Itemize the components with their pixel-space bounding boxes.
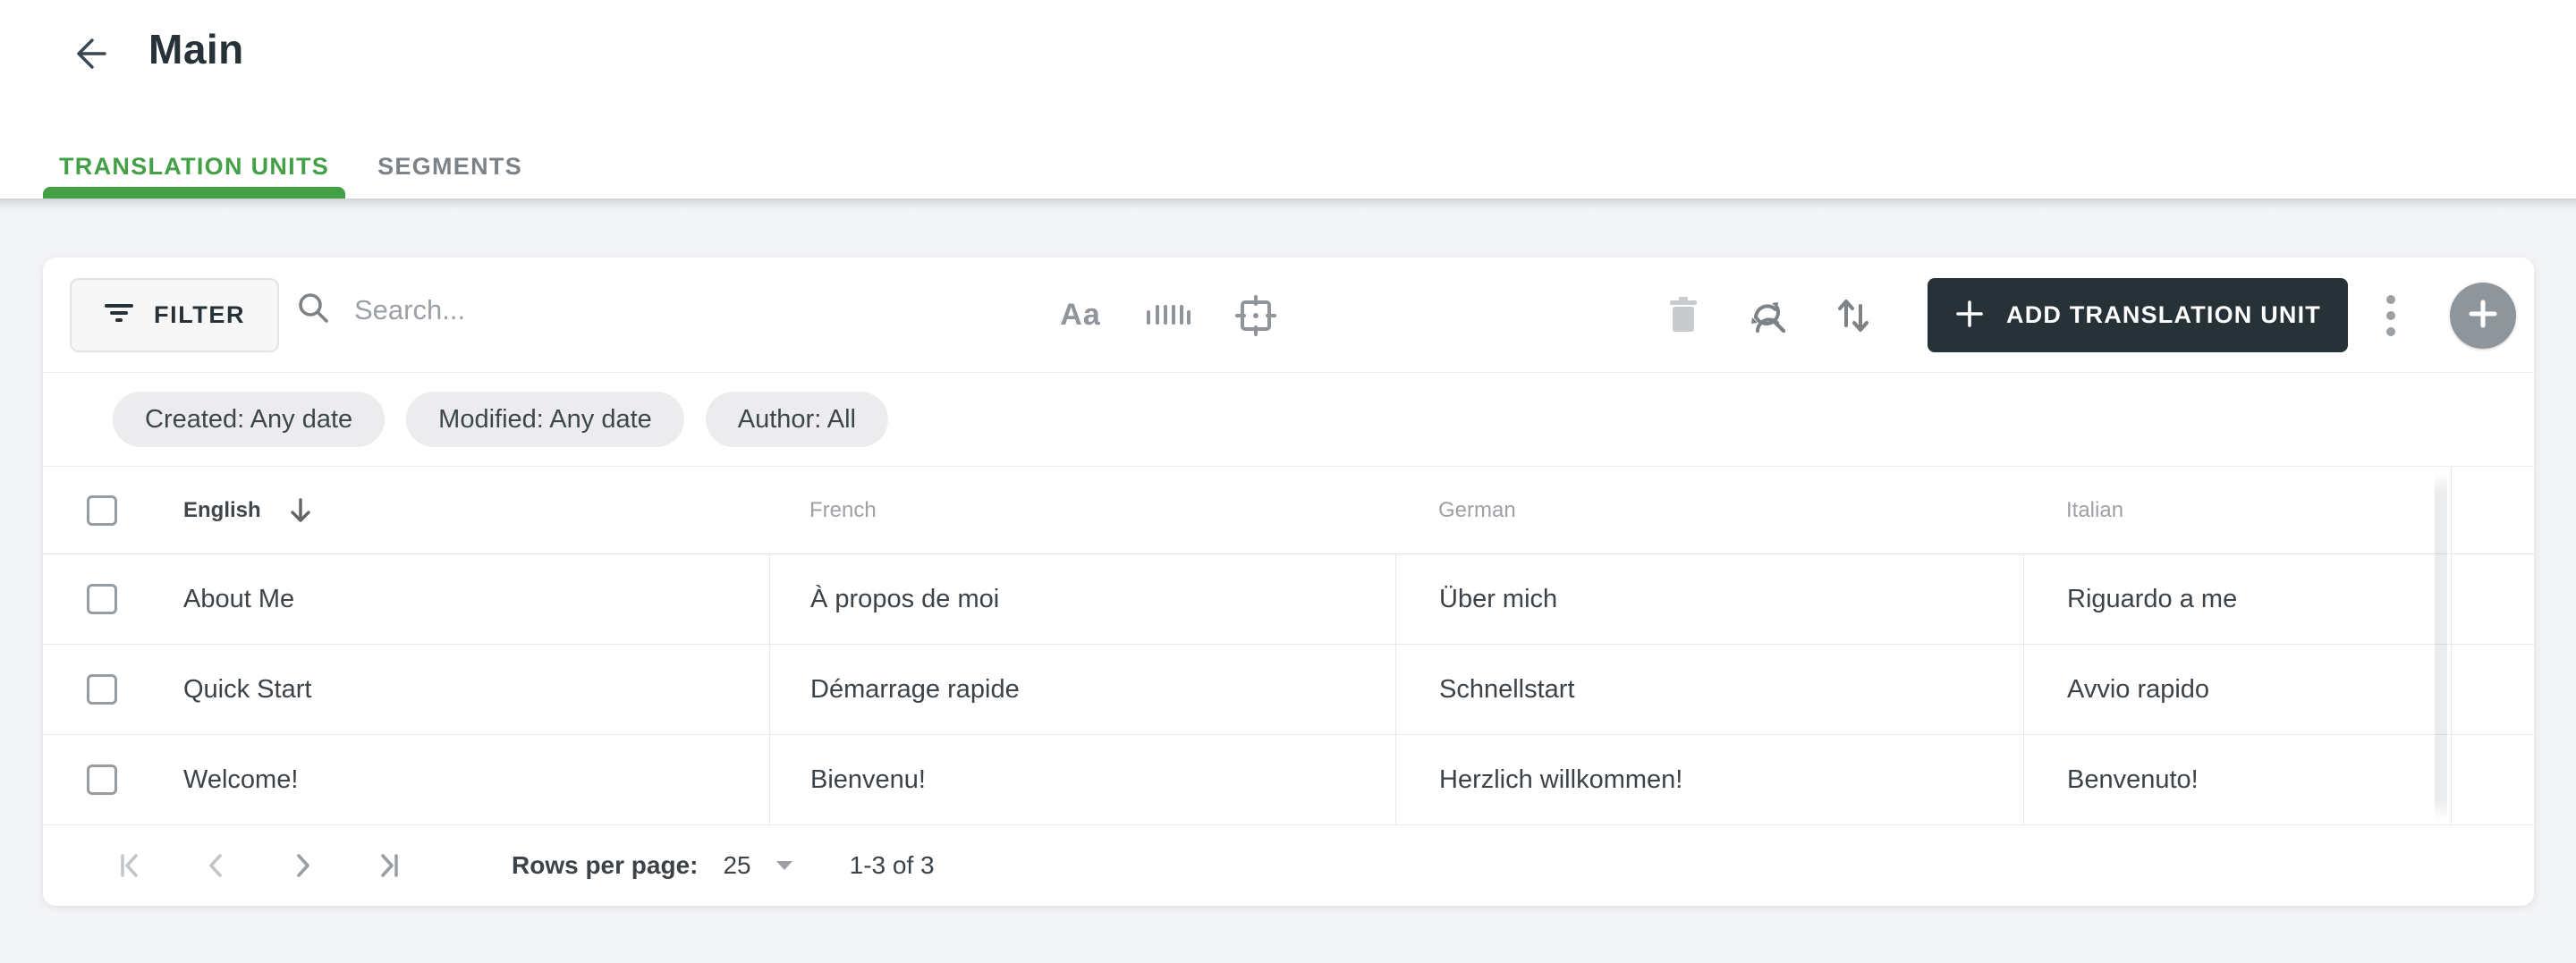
exact-match-icon[interactable] bbox=[1224, 258, 1288, 373]
search-box bbox=[295, 290, 927, 330]
column-header-german[interactable]: German bbox=[1438, 498, 1516, 523]
content-area: FILTER Aa bbox=[0, 199, 2576, 963]
cell-french: Bienvenu! bbox=[810, 764, 926, 794]
row-checkbox[interactable] bbox=[87, 764, 117, 795]
tab-translation-units[interactable]: TRANSLATION UNITS bbox=[43, 134, 346, 199]
search-icon bbox=[295, 290, 331, 330]
find-replace-icon[interactable] bbox=[1736, 258, 1801, 373]
search-input[interactable] bbox=[354, 293, 927, 326]
cell-german: Über mich bbox=[1439, 584, 1558, 613]
cell-english: Welcome! bbox=[183, 764, 299, 794]
cell-italian: Benvenuto! bbox=[2067, 764, 2199, 794]
cell-french: À propos de moi bbox=[810, 584, 1000, 613]
filter-chips-row: Created: Any date Modified: Any date Aut… bbox=[43, 373, 2534, 467]
tab-segments[interactable]: SEGMENTS bbox=[361, 134, 538, 199]
select-all-checkbox[interactable] bbox=[87, 494, 117, 526]
quick-add-button[interactable] bbox=[2450, 283, 2516, 349]
cell-italian: Avvio rapido bbox=[2067, 674, 2210, 704]
cell-french: Démarrage rapide bbox=[810, 674, 1020, 704]
cell-german: Schnellstart bbox=[1439, 674, 1575, 704]
row-checkbox[interactable] bbox=[87, 674, 117, 705]
pagination-range-label: 1-3 of 3 bbox=[849, 850, 935, 879]
filter-button[interactable]: FILTER bbox=[70, 278, 280, 352]
plus-in-circle-icon bbox=[2467, 298, 2499, 334]
plus-icon bbox=[1954, 299, 1985, 332]
tabbar-shadow-divider bbox=[0, 199, 2576, 209]
top-bar: Main TRANSLATION UNITS SEGMENTS bbox=[0, 0, 2576, 199]
column-header-english[interactable]: English bbox=[183, 498, 261, 523]
add-button-label: ADD TRANSLATION UNIT bbox=[2006, 301, 2321, 328]
table-row[interactable]: Welcome! Bienvenu! Herzlich willkommen! … bbox=[43, 735, 2534, 825]
next-page-icon[interactable] bbox=[284, 848, 320, 883]
last-page-icon[interactable] bbox=[370, 848, 406, 883]
table-scrollbar[interactable] bbox=[2435, 472, 2447, 821]
filter-button-label: FILTER bbox=[154, 301, 246, 328]
first-page-icon[interactable] bbox=[113, 848, 148, 883]
rows-per-page-caret-icon[interactable] bbox=[775, 859, 794, 872]
table-toolbar: FILTER Aa bbox=[43, 258, 2534, 373]
rows-per-page-value[interactable]: 25 bbox=[723, 851, 750, 880]
cell-german: Herzlich willkommen! bbox=[1439, 764, 1683, 794]
active-tab-indicator bbox=[43, 187, 346, 199]
table-footer: Rows per page: 25 1-3 of 3 bbox=[43, 825, 2534, 905]
row-checkbox[interactable] bbox=[87, 584, 117, 614]
arrow-left-icon bbox=[67, 33, 108, 79]
rows-per-page-label: Rows per page: bbox=[512, 850, 699, 879]
chip-created[interactable]: Created: Any date bbox=[113, 392, 386, 447]
more-options-icon[interactable] bbox=[2365, 258, 2417, 373]
cell-english: Quick Start bbox=[183, 674, 312, 704]
match-case-icon[interactable]: Aa bbox=[1048, 258, 1113, 373]
cell-english: About Me bbox=[183, 584, 295, 613]
column-header-french[interactable]: French bbox=[809, 498, 877, 523]
table-row[interactable]: About Me À propos de moi Über mich Rigua… bbox=[43, 554, 2534, 645]
pagination-controls bbox=[113, 848, 406, 883]
back-button[interactable] bbox=[59, 27, 116, 84]
table-header-row: English French German Italian bbox=[43, 467, 2534, 554]
chip-modified[interactable]: Modified: Any date bbox=[406, 392, 684, 447]
sort-icon[interactable] bbox=[1821, 258, 1885, 373]
sort-descending-icon[interactable] bbox=[288, 496, 313, 525]
filter-icon bbox=[104, 300, 134, 331]
translation-units-card: FILTER Aa bbox=[43, 258, 2534, 906]
tab-bar: TRANSLATION UNITS SEGMENTS bbox=[43, 134, 555, 199]
page-title: Main bbox=[148, 26, 244, 72]
table-row[interactable]: Quick Start Démarrage rapide Schnellstar… bbox=[43, 645, 2534, 735]
whole-word-icon[interactable] bbox=[1136, 258, 1200, 373]
delete-icon[interactable] bbox=[1651, 258, 1716, 373]
previous-page-icon[interactable] bbox=[199, 848, 234, 883]
cell-italian: Riguardo a me bbox=[2067, 584, 2238, 613]
column-header-italian[interactable]: Italian bbox=[2066, 498, 2123, 523]
add-translation-unit-button[interactable]: ADD TRANSLATION UNIT bbox=[1928, 278, 2348, 352]
chip-author[interactable]: Author: All bbox=[705, 392, 888, 447]
